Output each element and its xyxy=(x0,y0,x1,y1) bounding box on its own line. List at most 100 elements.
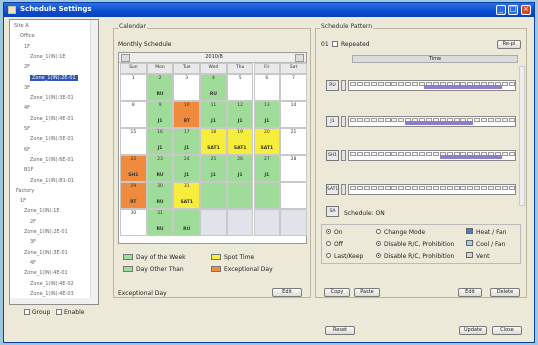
maximize-button[interactable]: □ xyxy=(508,5,518,15)
calendar-day-cell[interactable]: 3 xyxy=(173,74,201,101)
calendar-day-cell[interactable]: 2 RU xyxy=(146,74,174,101)
time-slot[interactable] xyxy=(405,82,412,86)
time-slot[interactable] xyxy=(356,186,363,190)
calendar-day-cell[interactable]: 6 xyxy=(253,74,281,101)
tree-node-group[interactable]: Site A xyxy=(14,23,29,29)
tree-node[interactable]: 1F xyxy=(20,198,26,204)
time-slot[interactable] xyxy=(350,186,356,190)
prev-month-button[interactable] xyxy=(121,54,130,62)
site-tree[interactable]: Site A Office 1F Zone_1(IN):1E 2F Zone_1(IN):… xyxy=(9,19,99,305)
tree-node[interactable]: Zone_1(IN):1E xyxy=(30,54,66,60)
scheduled-period-bar[interactable] xyxy=(440,155,502,159)
pattern-row-spinner[interactable] xyxy=(341,184,346,195)
tree-node[interactable]: Zone_1(IN):B1-01 xyxy=(30,178,74,184)
pattern-row-button[interactable]: RU xyxy=(326,80,339,91)
time-slot[interactable] xyxy=(363,118,370,122)
tree-node[interactable]: 2F xyxy=(24,64,30,70)
time-slot[interactable] xyxy=(501,118,508,122)
tree-node[interactable]: 3F xyxy=(30,239,36,245)
calendar-day-cell[interactable]: 27 J1 xyxy=(253,155,281,182)
tree-node[interactable]: B1F xyxy=(24,167,34,173)
calendar-day-cell[interactable] xyxy=(253,182,281,209)
minimize-button[interactable]: _ xyxy=(496,5,506,15)
calendar-day-cell[interactable]: 11 J1 xyxy=(200,101,227,128)
calendar-day-cell[interactable] xyxy=(200,209,227,236)
time-slot[interactable] xyxy=(370,152,377,156)
tree-node[interactable]: 6F xyxy=(24,147,30,153)
group-checkbox[interactable] xyxy=(24,309,30,315)
radio-disable-rc-1[interactable] xyxy=(376,241,381,246)
radio-off[interactable] xyxy=(326,241,331,246)
time-slot[interactable] xyxy=(453,186,460,190)
time-slot[interactable] xyxy=(481,186,488,190)
tree-node[interactable]: Zone_1(IN):4E-01 xyxy=(24,270,68,276)
time-slot[interactable] xyxy=(377,186,384,190)
tree-node[interactable]: 2F xyxy=(30,219,36,225)
tree-node[interactable]: Zone_1(IN):4E-03 xyxy=(30,291,74,297)
time-slot[interactable] xyxy=(419,152,425,156)
calendar-day-cell[interactable]: 19 SAT1 xyxy=(226,128,254,155)
close-button[interactable]: Close xyxy=(492,326,522,335)
time-slot[interactable] xyxy=(384,118,391,122)
pattern-row-button[interactable]: J1 xyxy=(326,116,339,127)
time-slot[interactable] xyxy=(446,186,453,190)
time-slot[interactable] xyxy=(398,82,405,86)
repeated-checkbox[interactable] xyxy=(332,41,338,47)
reset-button[interactable]: Reset xyxy=(325,326,355,335)
calendar-day-cell[interactable]: 28 xyxy=(280,155,307,182)
time-slot[interactable] xyxy=(350,82,356,86)
time-slot[interactable] xyxy=(419,186,425,190)
time-slot[interactable] xyxy=(377,118,384,122)
calendar-edit-button[interactable]: Edit xyxy=(272,288,302,297)
time-slot[interactable] xyxy=(377,82,384,86)
time-slot[interactable] xyxy=(460,186,467,190)
time-slot[interactable] xyxy=(363,82,370,86)
update-button[interactable]: Update xyxy=(459,326,487,335)
calendar-day-cell[interactable] xyxy=(226,209,254,236)
time-slot[interactable] xyxy=(494,186,501,190)
time-slot[interactable] xyxy=(391,118,398,122)
calendar-day-cell[interactable] xyxy=(280,209,307,236)
time-slot[interactable] xyxy=(363,152,370,156)
time-slot[interactable] xyxy=(412,152,419,156)
calendar-day-cell[interactable]: 4 RU xyxy=(200,74,227,101)
tree-node[interactable]: Zone_1(IN):2E-01 xyxy=(30,74,78,81)
time-slot[interactable] xyxy=(350,118,356,122)
time-slot[interactable] xyxy=(398,118,405,122)
time-slot[interactable] xyxy=(501,152,508,156)
pattern-row-spinner[interactable] xyxy=(341,150,346,161)
time-slot[interactable] xyxy=(356,118,363,122)
time-slot[interactable] xyxy=(474,118,481,122)
time-slot[interactable] xyxy=(412,82,419,86)
tree-node[interactable]: 1F xyxy=(24,44,30,50)
tree-node[interactable]: Zone_1(IN):3E-01 xyxy=(24,250,68,256)
time-slot[interactable] xyxy=(508,82,515,86)
time-slot[interactable] xyxy=(488,118,494,122)
calendar-day-cell[interactable]: 20 SAT1 xyxy=(253,128,281,155)
pattern-row-spinner[interactable] xyxy=(341,116,346,127)
tree-node[interactable]: Zone_1(IN):2E-01 xyxy=(24,229,68,235)
pattern-delete-button[interactable]: Delete xyxy=(490,288,520,297)
time-slot[interactable] xyxy=(398,186,405,190)
pattern-row-button[interactable]: SAT1 xyxy=(326,184,339,195)
tree-node-group[interactable]: Factory xyxy=(16,188,34,194)
tree-node-group[interactable]: Office xyxy=(20,33,35,39)
calendar-day-cell[interactable]: 1 xyxy=(120,74,147,101)
schedule-row-button[interactable]: SA xyxy=(326,206,339,217)
calendar-day-cell[interactable]: 8 xyxy=(120,101,147,128)
time-slot[interactable] xyxy=(439,186,446,190)
calendar-day-cell[interactable] xyxy=(200,182,227,209)
calendar-day-cell[interactable]: 7 xyxy=(280,74,307,101)
enable-checkbox[interactable] xyxy=(56,309,62,315)
calendar-day-cell[interactable]: 10 RT xyxy=(173,101,201,128)
time-slot[interactable] xyxy=(501,186,508,190)
copy-button[interactable]: Copy xyxy=(324,288,350,297)
pattern-row-button[interactable]: SH1 xyxy=(326,150,339,161)
radio-disable-rc-2[interactable] xyxy=(376,253,381,258)
time-slot[interactable] xyxy=(370,82,377,86)
calendar-day-cell[interactable] xyxy=(226,182,254,209)
pattern-timeline[interactable] xyxy=(348,184,516,195)
time-slot[interactable] xyxy=(481,118,488,122)
pattern-scrollbar[interactable] xyxy=(519,66,525,206)
pattern-timeline[interactable] xyxy=(348,150,516,161)
